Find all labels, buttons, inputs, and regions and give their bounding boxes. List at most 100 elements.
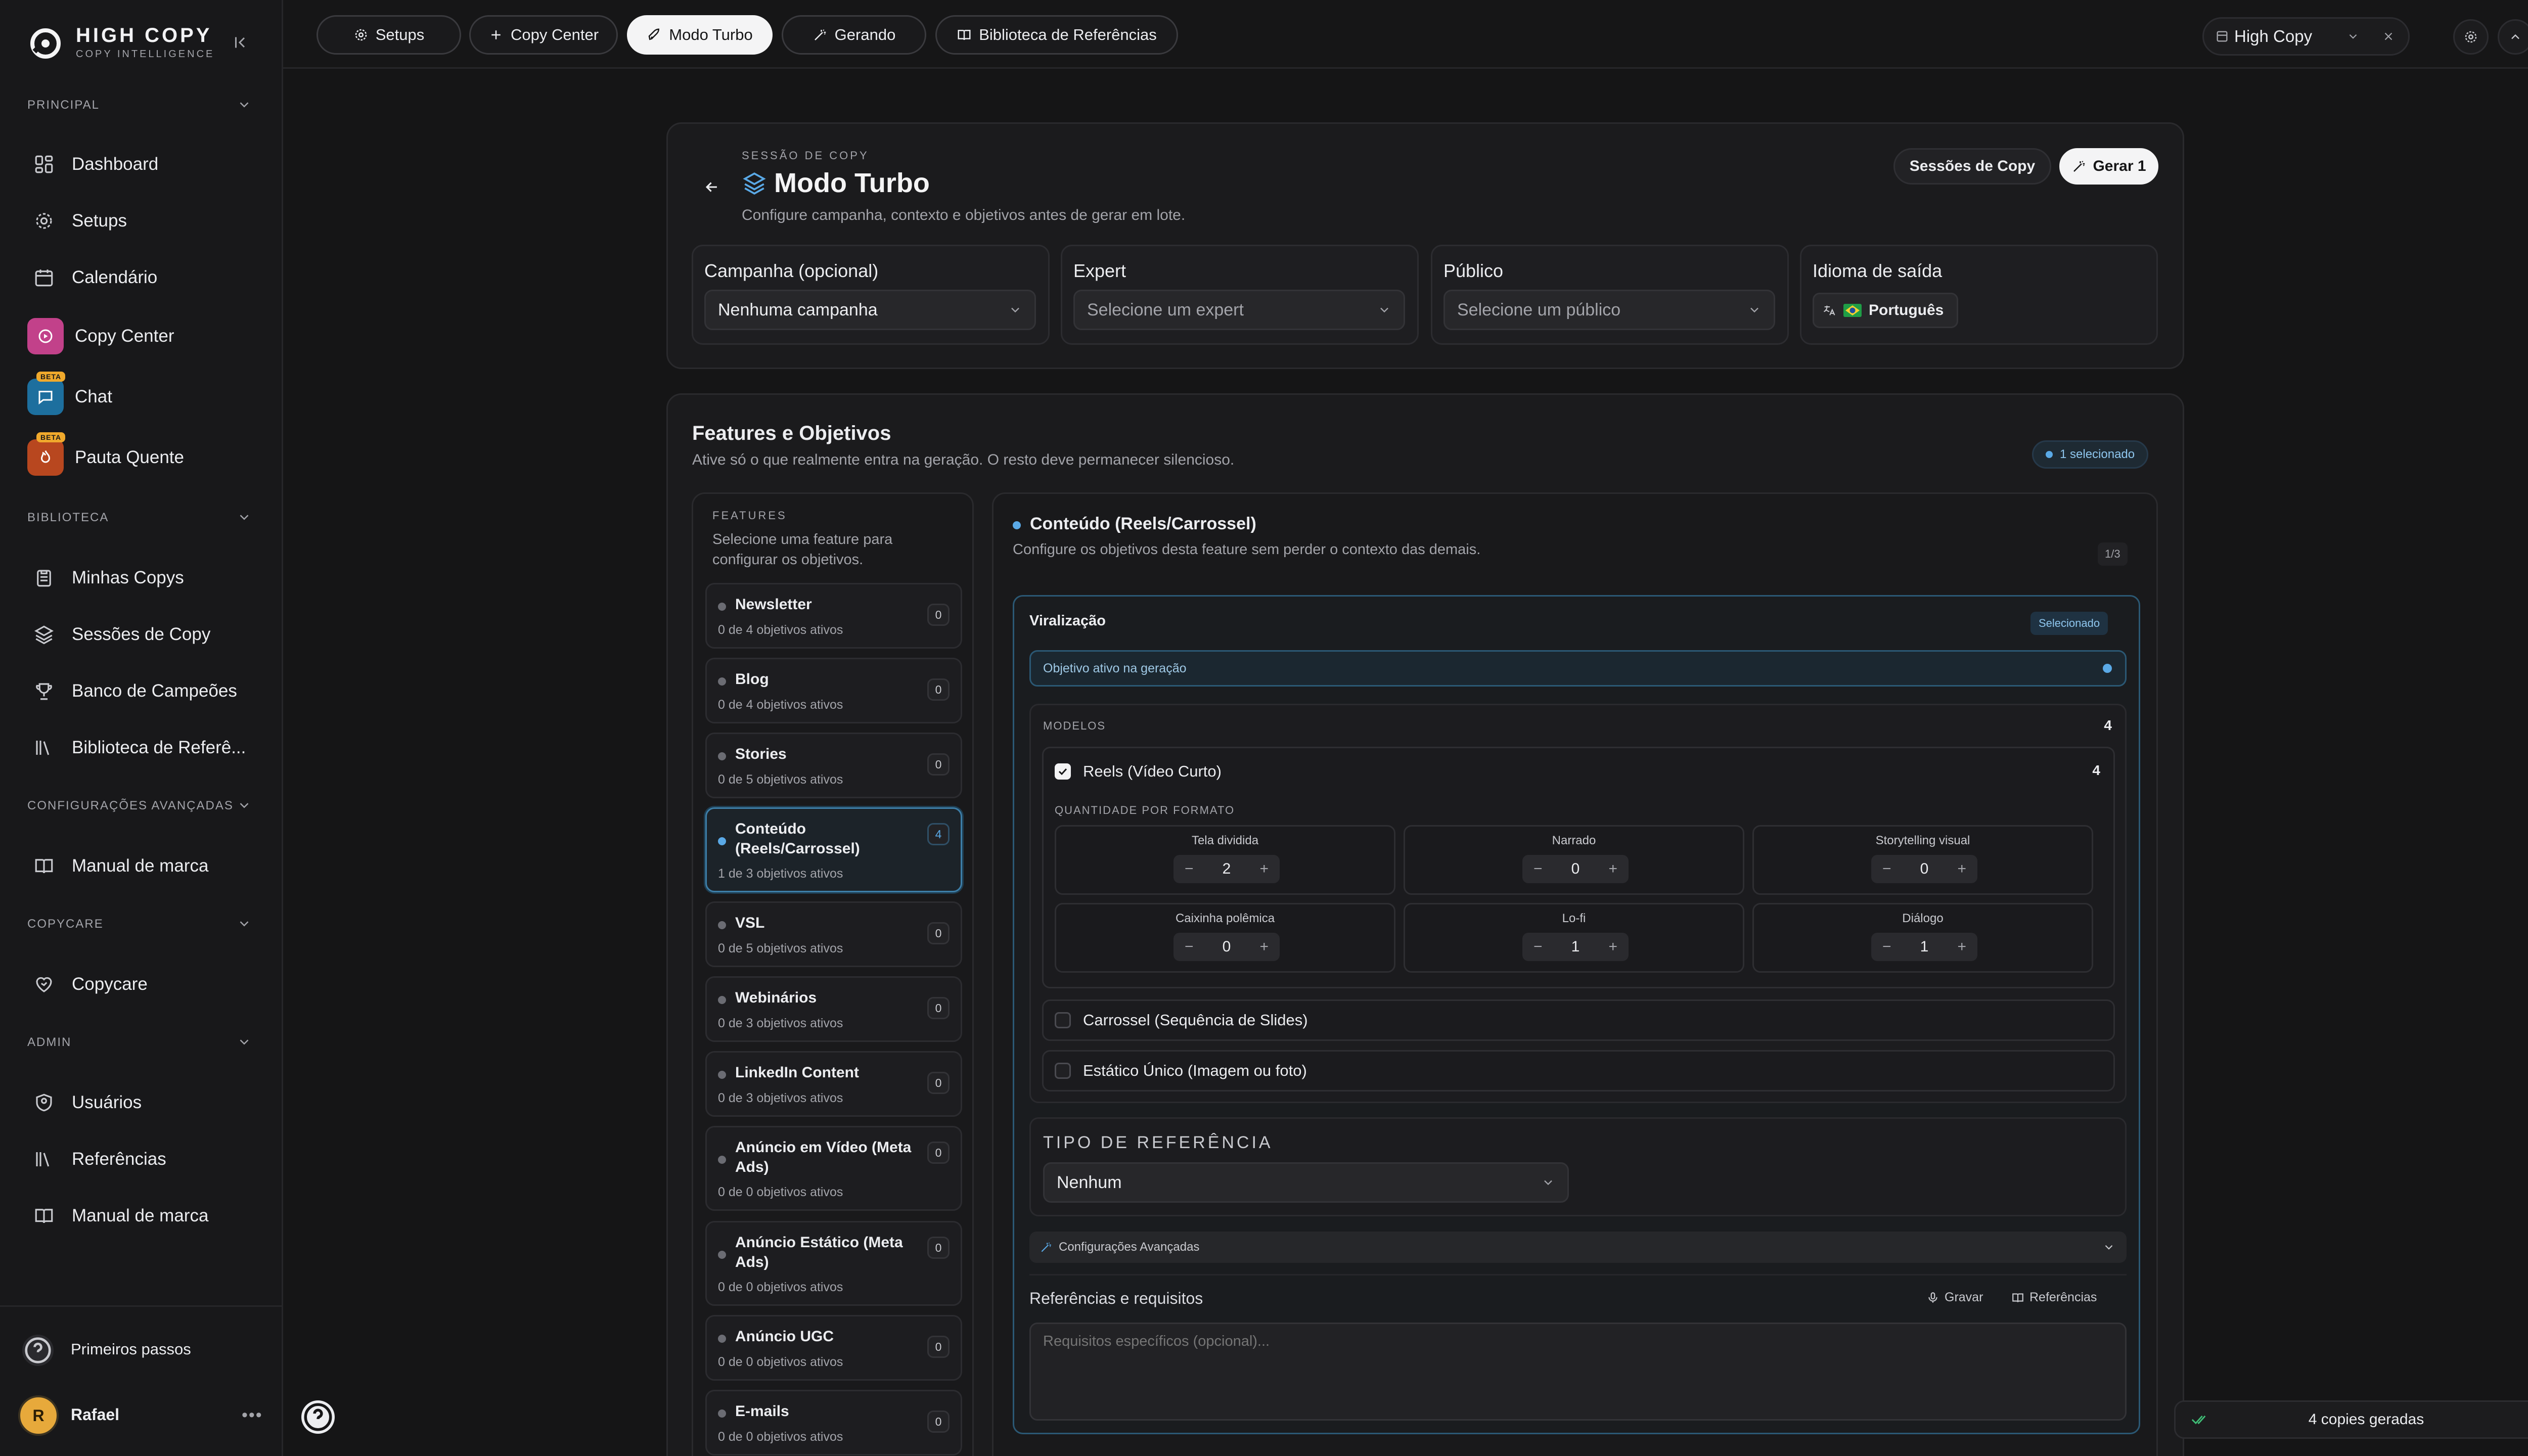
feature-item-newsletter[interactable]: Newsletter 0 de 4 objetivos ativos 0 [705,583,962,649]
sidebar-item-setups[interactable]: Setups [22,199,260,243]
plus-icon[interactable]: + [1259,938,1269,956]
sidebar-item-copycare[interactable]: Copycare [22,963,260,1006]
checkbox-unchecked[interactable] [1055,1063,1071,1079]
sidebar-item-calendario[interactable]: Calendário [22,256,260,299]
audience-select[interactable]: Selecione um público [1443,290,1775,330]
chevron-down-icon[interactable] [237,97,252,112]
expert-select[interactable]: Selecione um expert [1073,290,1405,330]
sidebar-item-banco[interactable]: Banco de Campeões [22,669,260,713]
tab-modo-turbo[interactable]: Modo Turbo [627,15,773,55]
tab-copy-center[interactable]: Copy Center [469,15,618,55]
feature-item-anuncio-estatico[interactable]: Anúncio Estático (Meta Ads) 0 de 0 objet… [705,1221,962,1306]
feature-item-stories[interactable]: Stories 0 de 5 objetivos ativos 0 [705,733,962,798]
feature-item-webinarios[interactable]: Webinários 0 de 3 objetivos ativos 0 [705,976,962,1042]
feature-name: Webinários [735,989,817,1006]
settings-button[interactable] [2453,19,2489,55]
plus-icon[interactable]: + [1957,938,1966,956]
feature-item-vsl[interactable]: VSL 0 de 5 objetivos ativos 0 [705,901,962,967]
selected-badge: Selecionado [2030,612,2108,635]
minus-icon[interactable]: − [1533,860,1543,878]
page-title: Modo Turbo [774,168,930,198]
checkbox-checked[interactable] [1055,763,1071,780]
sidebar-item-copy-center[interactable]: Copy Center [22,314,260,358]
checkbox-unchecked[interactable] [1055,1012,1071,1028]
feature-item-blog[interactable]: Blog 0 de 4 objetivos ativos 0 [705,658,962,723]
help-icon[interactable] [301,1400,335,1434]
quantity-stepper[interactable]: − 1 + [1522,933,1629,961]
language-chip[interactable]: Português [1813,293,1959,328]
chevron-down-icon [2346,30,2360,43]
primeiros-passos-link[interactable]: Primeiros passos [71,1340,191,1358]
sidebar-item-biblioteca[interactable]: Biblioteca de Referê... [22,726,260,769]
question-icon[interactable] [22,1335,54,1366]
feature-detail-panel: Conteúdo (Reels/Carrossel) Configure os … [992,492,2158,1456]
reels-checkbox-row[interactable]: Reels (Vídeo Curto) [1055,762,1222,781]
minus-icon[interactable]: − [1185,938,1194,956]
sidebar-item-minhas-copys[interactable]: Minhas Copys [22,556,260,600]
org-selector[interactable]: High Copy [2202,17,2410,56]
quantity-stepper[interactable]: − 2 + [1173,855,1280,883]
quantity-stepper[interactable]: − 0 + [1871,855,1977,883]
tab-gerando[interactable]: Gerando [782,15,926,55]
sessoes-de-copy-button[interactable]: Sessões de Copy [1893,148,2051,185]
minus-icon[interactable]: − [1533,938,1543,956]
building-icon [2215,29,2229,43]
minus-icon[interactable]: − [1882,860,1891,878]
sidebar-item-sessoes[interactable]: Sessões de Copy [22,613,260,656]
campaign-select[interactable]: Nenhuma campanha [704,290,1036,330]
minus-icon[interactable]: − [1185,860,1194,878]
sidebar-item-pauta-quente[interactable]: BETA Pauta Quente [22,432,260,479]
quantity-stepper[interactable]: − 0 + [1522,855,1629,883]
estatico-model[interactable]: Estático Único (Imagem ou foto) [1042,1050,2115,1091]
sidebar-item-usuarios[interactable]: Usuários [22,1081,260,1124]
ref-type-label: TIPO DE REFERÊNCIA [1043,1133,1273,1152]
reels-label: Reels (Vídeo Curto) [1083,762,1222,780]
close-icon[interactable] [2382,30,2395,43]
back-arrow-icon[interactable] [703,178,720,196]
references-button[interactable]: Referências [2011,1290,2097,1305]
language-label: Idioma de saída [1813,260,1943,281]
chevron-down-icon[interactable] [237,510,252,525]
plus-icon[interactable]: + [1608,860,1617,878]
plus-icon[interactable]: + [1957,860,1966,878]
tab-label: Modo Turbo [669,26,753,43]
divider [1029,1274,2127,1276]
collapse-topbar-button[interactable] [2498,19,2528,55]
format-name: Lo-fi [1562,912,1586,925]
chevron-down-icon[interactable] [237,798,252,813]
advanced-settings-toggle[interactable]: Configurações Avançadas [1029,1232,2127,1263]
carrossel-model[interactable]: Carrossel (Sequência de Slides) [1042,999,2115,1041]
stepper-value: 2 [1222,860,1231,877]
tab-biblioteca-referencias[interactable]: Biblioteca de Referências [935,15,1178,55]
plus-icon[interactable]: + [1608,938,1617,956]
chevron-down-icon[interactable] [237,916,252,931]
sidebar-item-manual-marca-admin[interactable]: Manual de marca [22,1194,260,1238]
status-dot [718,921,726,929]
requirements-textarea[interactable] [1029,1323,2127,1421]
avatar[interactable]: R [18,1395,59,1436]
library-icon [33,737,55,758]
ref-type-select[interactable]: Nenhum [1043,1162,1569,1203]
generation-toast[interactable]: 4 copies geradas [2174,1400,2528,1439]
quantity-stepper[interactable]: − 0 + [1173,933,1280,961]
feature-item-anuncio-ugc[interactable]: Anúncio UGC 0 de 0 objetivos ativos 0 [705,1315,962,1381]
sidebar-item-referencias[interactable]: Referências [22,1138,260,1181]
objective-active-toggle[interactable]: Objetivo ativo na geração [1029,650,2127,687]
sidebar-item-manual-marca[interactable]: Manual de marca [22,844,260,888]
feature-item-anuncio-video[interactable]: Anúncio em Vídeo (Meta Ads) 0 de 0 objet… [705,1126,962,1211]
collapse-sidebar-icon[interactable] [231,33,249,52]
tab-setups[interactable]: Setups [317,15,461,55]
quantity-stepper[interactable]: − 1 + [1871,933,1977,961]
chevron-down-icon[interactable] [237,1034,252,1050]
sidebar-item-chat[interactable]: BETA Chat [22,372,260,419]
feature-item-emails[interactable]: E-mails 0 de 0 objetivos ativos 0 [705,1390,962,1455]
record-button[interactable]: Gravar [1926,1290,1983,1305]
feature-item-conteudo[interactable]: Conteúdo (Reels/Carrossel) 1 de 3 objeti… [705,807,962,892]
gerar-button[interactable]: Gerar 1 [2059,148,2158,185]
minus-icon[interactable]: − [1882,938,1891,956]
objective-card[interactable]: Viralização Selecionado Objetivo ativo n… [1013,595,2140,1434]
more-icon[interactable]: ••• [242,1405,263,1425]
sidebar-item-dashboard[interactable]: Dashboard [22,143,260,186]
feature-item-linkedin[interactable]: LinkedIn Content 0 de 3 objetivos ativos… [705,1051,962,1117]
plus-icon[interactable]: + [1259,860,1269,878]
